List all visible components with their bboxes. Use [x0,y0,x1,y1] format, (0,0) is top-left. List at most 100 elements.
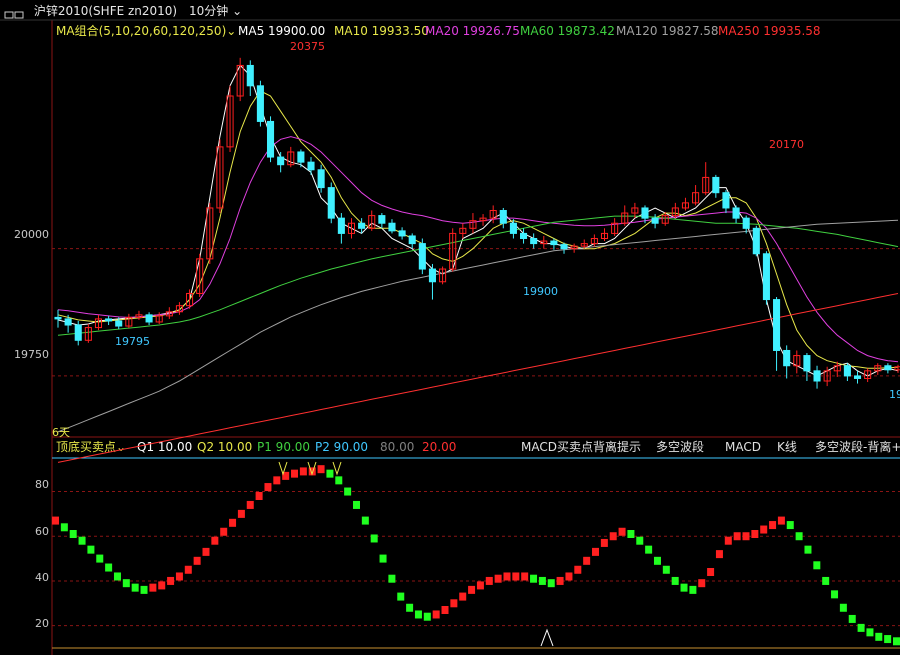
osc-point [406,603,414,612]
candle-body [469,220,477,229]
ma-line-ma10 [57,90,899,369]
symbol-label[interactable]: 沪锌2010(SHFE zn2010) [34,1,177,21]
osc-point [715,550,723,559]
candle-body [125,316,133,327]
candle-body [84,327,92,341]
osc-point [777,516,785,525]
candle-body [449,232,457,270]
minimize-icon[interactable] [4,6,24,18]
param-lower: 20.00 [422,440,457,454]
sell-marker-icon [307,461,317,476]
ma-line-ma5 [57,64,899,377]
candle-body [550,240,558,246]
osc-point [707,568,715,576]
candle-body [681,202,690,209]
osc-point [839,603,847,612]
candle-body [175,305,183,313]
candle-body [651,217,659,224]
osc-point [636,536,644,545]
candle-body [307,161,315,171]
osc-point [680,583,688,592]
chart-canvas[interactable] [0,0,900,655]
osc-point [662,565,670,574]
param-q1: Q1 10.00 [137,440,193,454]
osc-point [158,581,166,590]
candle-body [216,146,224,209]
candle-body [823,370,831,382]
candle-body [520,232,528,240]
osc-point [273,476,281,485]
candle-body [489,210,497,219]
candle-body [833,365,841,372]
candle-body [509,222,517,234]
ma-legend: MA组合(5,10,20,60,120,250)⌄ MA5 19900.00 M… [0,22,900,40]
ma20-value: MA20 19926.75 [425,24,520,38]
candle-body [347,222,356,234]
osc-point [866,628,874,637]
osc-point [184,565,192,574]
tab-macd-divergence[interactable]: MACD买卖点背离提示 [521,438,641,456]
candle-body [398,230,406,237]
osc-point [742,532,750,541]
tab-kline[interactable]: K线 [777,438,797,456]
osc-point [521,572,529,581]
osc-point [592,547,600,556]
osc-point [724,536,732,545]
candle-body [277,156,285,166]
osc-axis-label-80: 80 [35,478,49,491]
tab-long-short-band[interactable]: 多空波段 [656,438,704,456]
candle-body [428,268,436,283]
osc-point [282,471,290,480]
osc-point [264,483,272,492]
ma250-value: MA250 19935.58 [718,24,821,38]
candle-body [196,258,204,294]
osc-point [211,536,219,545]
tab-long-short-divergence[interactable]: 多空波段-背离+ [815,438,900,456]
osc-point [291,469,299,478]
ma5-value: MA5 19900.00 [238,24,326,38]
indicator-selector[interactable]: 顶底买卖点⌄ [56,438,126,456]
osc-point [760,525,768,534]
candle-body [621,212,629,224]
osc-point [361,516,369,525]
osc-point [149,583,157,592]
candle-body [762,253,770,301]
candle-body [884,365,892,371]
candle-body [742,217,750,229]
osc-point [69,530,77,538]
osc-point [52,516,59,525]
candle-body [671,207,679,217]
osc-point [335,476,343,485]
osc-point [476,581,484,590]
price-axis-label-19750: 19750 [14,348,49,361]
osc-point [122,579,130,588]
tab-macd[interactable]: MACD [725,438,761,456]
candle-body [388,222,396,232]
osc-point [308,467,316,476]
candle-body [590,238,598,245]
osc-point [255,492,263,500]
osc-point [397,592,405,601]
param-q2: Q2 10.00 [197,440,253,454]
ma-line-ma60 [57,215,899,336]
candle-body [105,318,113,322]
ma-group-selector[interactable]: MA组合(5,10,20,60,120,250)⌄ [56,22,236,40]
osc-point [485,576,493,585]
osc-point [414,610,422,619]
candle-body [337,217,345,234]
candle-body [530,238,538,245]
param-p1: P1 90.00 [257,440,311,454]
candle-body [661,215,669,224]
candle-body [155,315,163,323]
osc-point [875,632,883,641]
osc-point [538,576,546,585]
param-upper: 80.00 [380,440,415,454]
period-selector[interactable]: 10分钟 ⌄ [189,0,242,21]
candle-body [135,314,143,318]
osc-point [813,561,821,570]
candle-body [206,207,214,260]
osc-point [459,592,467,601]
osc-point [547,579,555,588]
osc-point [671,576,679,585]
candle-body [418,243,426,270]
